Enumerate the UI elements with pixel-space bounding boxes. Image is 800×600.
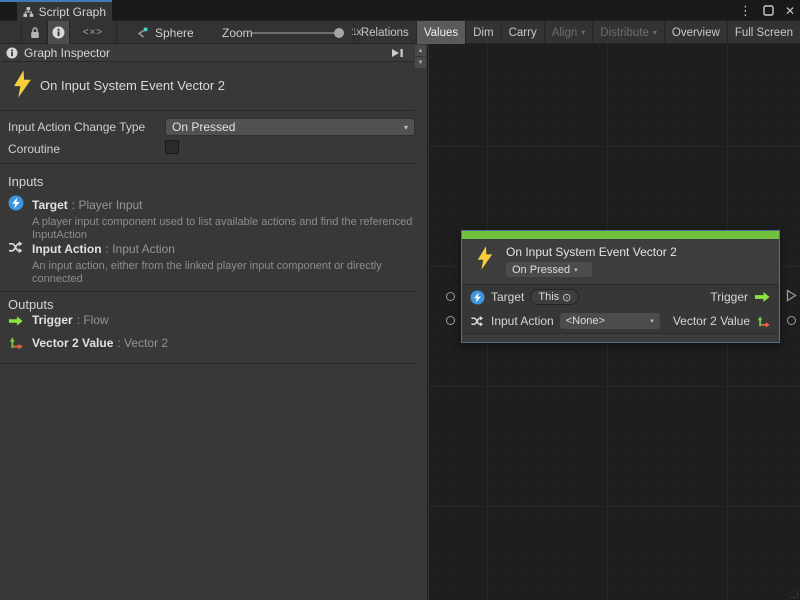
window-menu-icon[interactable]: ⋮ — [737, 4, 754, 17]
zoom-slider[interactable] — [252, 32, 344, 34]
node-header[interactable]: On Input System Event Vector 2 On Presse… — [462, 239, 779, 284]
player-input-icon — [8, 195, 24, 211]
vector2-icon — [756, 314, 771, 329]
vector2-icon — [8, 335, 24, 351]
divider — [0, 163, 415, 164]
coroutine-field: Coroutine — [8, 140, 165, 158]
distribute-button: Distribute ▾ — [592, 21, 664, 44]
change-type-dropdown[interactable]: On Pressed ▾ — [165, 118, 415, 136]
carry-button[interactable]: Carry — [501, 21, 544, 44]
event-bolt-icon — [12, 69, 33, 99]
graph-owner-label: Sphere — [155, 26, 194, 40]
resize-grip[interactable] — [790, 590, 798, 598]
target-port-label: Target — [491, 290, 524, 304]
node-title: On Input System Event Vector 2 — [506, 245, 677, 259]
object-picker-icon[interactable]: ⊙ — [562, 291, 571, 304]
dim-button[interactable]: Dim — [465, 21, 500, 44]
coroutine-label: Coroutine — [8, 142, 165, 156]
toolbar-right-buttons: Relations Values Dim Carry Align ▾ Distr… — [353, 21, 800, 44]
inputs-heading: Inputs — [8, 174, 43, 189]
window-titlebar: Script Graph ⋮ ✕ — [0, 0, 800, 21]
align-button: Align ▾ — [544, 21, 593, 44]
scroll-up-button[interactable]: ▲ — [415, 45, 426, 56]
input-port-doc-input-action: Input Action: Input Action An input acti… — [8, 240, 408, 286]
graph-owner-breadcrumb[interactable]: Sphere — [135, 21, 194, 44]
player-input-icon — [470, 290, 485, 305]
code-preview-button[interactable]: <×> — [69, 21, 117, 44]
window-controls: ⋮ ✕ — [737, 0, 797, 21]
change-type-label: Input Action Change Type — [8, 120, 165, 134]
scroll-down-button[interactable]: ▼ — [415, 57, 426, 68]
tab-label: Script Graph — [39, 5, 106, 19]
vector2-port-label: Vector 2 Value — [673, 314, 750, 328]
output-port-doc-vector2: Vector 2 Value: Vector 2 — [8, 334, 408, 352]
input-port-doc-target: Target: Player Input A player input comp… — [8, 196, 408, 242]
event-bolt-icon — [476, 245, 494, 271]
node-event-color-bar — [462, 231, 779, 239]
input-action-port-label: Input Action — [491, 314, 554, 328]
overview-button[interactable]: Overview — [664, 21, 727, 44]
divider — [0, 291, 415, 292]
input-action-icon — [470, 314, 485, 328]
close-icon[interactable]: ✕ — [783, 5, 797, 17]
node-on-input-system-event-vector2[interactable]: On Input System Event Vector 2 On Presse… — [461, 230, 780, 343]
maximize-icon[interactable] — [763, 5, 774, 16]
graph-canvas[interactable]: On Input System Event Vector 2 On Presse… — [429, 44, 800, 600]
graph-inspector-panel: Graph Inspector ▲ ▼ On Input System Even… — [0, 44, 428, 600]
event-mode-dropdown[interactable]: On Pressed ▾ — [506, 262, 592, 277]
target-object-field[interactable]: This ⊙ — [530, 289, 579, 305]
graph-inspector-header: Graph Inspector — [0, 44, 415, 62]
node-footer — [462, 333, 779, 342]
script-machine-icon — [135, 26, 149, 40]
target-input-port[interactable] — [446, 292, 455, 301]
info-icon — [52, 26, 65, 39]
relations-button[interactable]: Relations — [353, 21, 416, 44]
graph-inspector-title: Graph Inspector — [24, 46, 384, 60]
inspected-node-title-block: On Input System Event Vector 2 — [0, 62, 415, 110]
flow-arrow-icon — [8, 313, 24, 329]
graph-hierarchy-icon — [23, 6, 34, 18]
trigger-port-label: Trigger — [710, 290, 748, 304]
full-screen-button[interactable]: Full Screen — [727, 21, 800, 44]
chevron-down-icon: ▾ — [650, 317, 654, 325]
inspected-node-title: On Input System Event Vector 2 — [40, 78, 225, 93]
output-port-doc-trigger: Trigger: Flow — [8, 311, 408, 329]
values-button[interactable]: Values — [416, 21, 465, 44]
coroutine-checkbox[interactable] — [165, 140, 179, 154]
vector2-output-port[interactable] — [787, 316, 796, 325]
divider — [0, 110, 415, 111]
chevron-down-icon: ▾ — [581, 28, 585, 37]
chevron-down-icon: ▾ — [404, 123, 408, 132]
trigger-output-port[interactable] — [786, 289, 797, 302]
dock-panel-icon[interactable] — [390, 47, 405, 59]
input-action-icon — [8, 239, 24, 255]
info-icon — [6, 47, 18, 59]
chevron-down-icon: ▾ — [653, 28, 657, 37]
flow-arrow-icon — [754, 291, 771, 303]
node-port-row-target-trigger: Target This ⊙ Trigger — [462, 285, 779, 309]
inspector-toggle-button[interactable] — [47, 21, 69, 44]
lock-button[interactable] — [21, 21, 47, 44]
graph-toolbar: <×> Sphere Zoom 1x Relations Values Dim … — [0, 21, 800, 44]
inspector-scrollbar: ▲ ▼ — [414, 44, 427, 600]
tab-script-graph[interactable]: Script Graph — [17, 2, 112, 21]
lock-icon — [29, 26, 41, 40]
divider — [0, 363, 415, 364]
outputs-heading: Outputs — [8, 297, 54, 312]
chevron-down-icon: ▾ — [574, 266, 578, 274]
input-action-dropdown[interactable]: <None> ▾ — [560, 313, 660, 329]
change-type-field: Input Action Change Type — [8, 118, 165, 136]
unity-script-graph-window: Script Graph ⋮ ✕ <×> — [0, 0, 800, 600]
node-port-row-inputaction-vector2: Input Action <None> ▾ Vector 2 Value — [462, 309, 779, 333]
input-action-input-port[interactable] — [446, 316, 455, 325]
zoom-slider-knob[interactable] — [334, 28, 344, 38]
zoom-label: Zoom — [222, 21, 253, 44]
